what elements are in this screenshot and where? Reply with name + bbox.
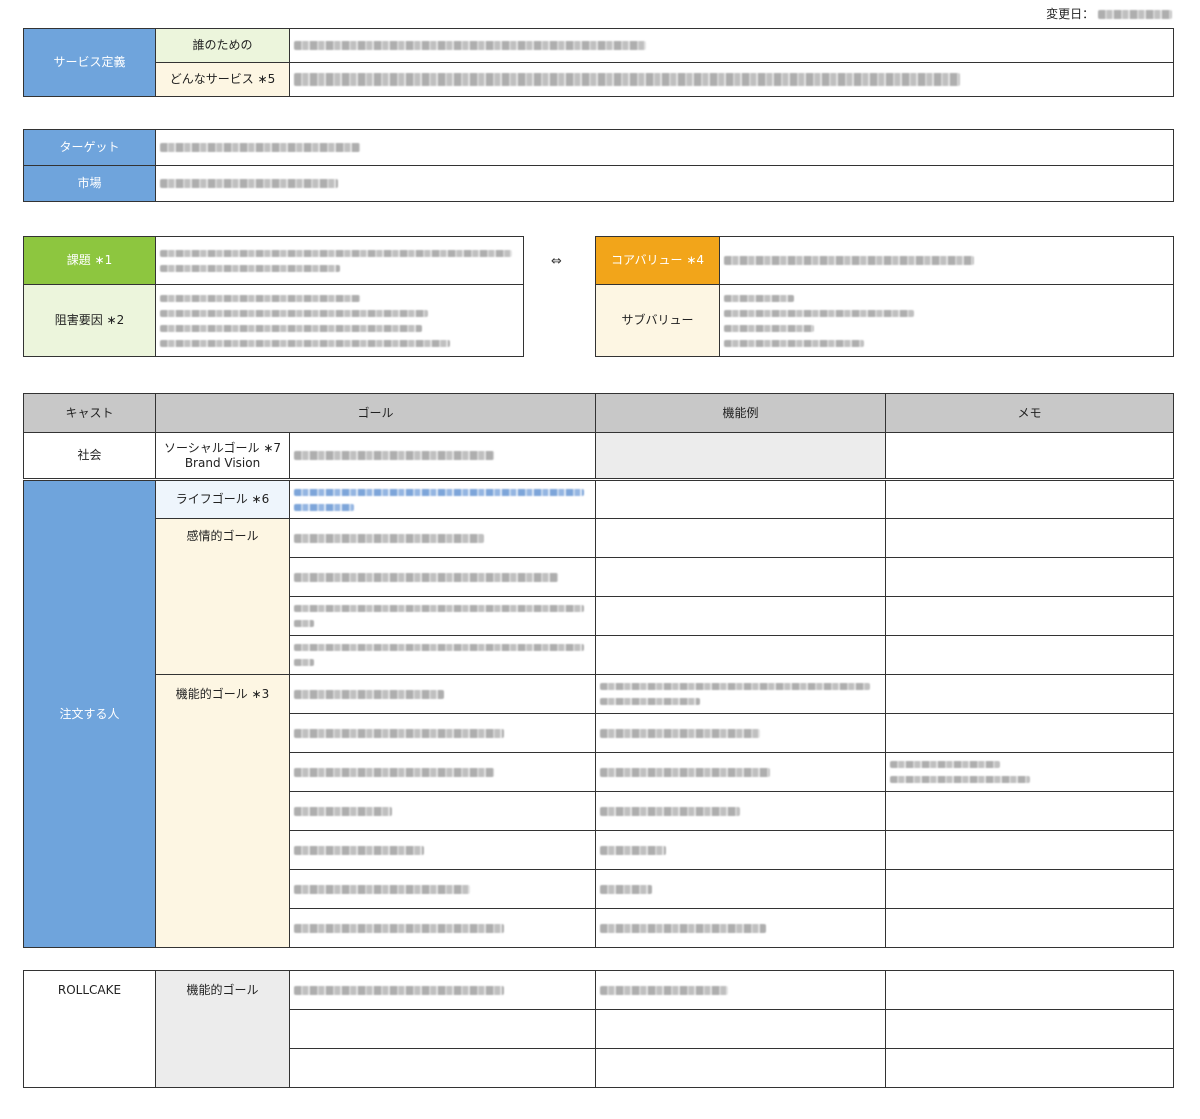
emotional-goal-label: 感情的ゴール [155,518,290,675]
functional-goal-row [289,674,596,714]
core-value-value [719,236,1174,285]
change-date: 変更日： [1046,5,1172,22]
life-goal-value [289,480,596,519]
emotional-goal-memo [885,518,1174,558]
service-definition-table: サービス定義 誰のための どんなサービス ∗5 [23,28,1174,97]
emotional-goal-feature [595,518,886,558]
emotional-goal-feature [595,557,886,597]
social-goal-title: ソーシャルゴール ∗7 [163,440,282,455]
sub-value-label: サブバリュー [595,284,720,357]
functional-goal-memo [885,713,1174,753]
social-goal-feature [595,432,887,479]
functional-goal-row [289,713,596,753]
target-value [155,129,1174,166]
emotional-goal-row [289,518,596,558]
emotional-goal-row [289,596,596,636]
emotional-goal-row [289,635,596,675]
functional-goal-row [289,869,596,909]
value-table: コアバリュー ∗4 サブバリュー [595,236,1174,357]
functional-goal-row [289,908,596,948]
emotional-goal-feature [595,635,886,675]
issue-value [155,236,524,285]
functional-goal-label: 機能的ゴール ∗3 [155,674,290,948]
rollcake-feature [595,1009,886,1049]
rollcake-table: ROLLCAKE 機能的ゴール [23,970,1174,1088]
functional-goal-feature [595,713,886,753]
social-goal-memo [885,432,1174,479]
rollcake-goal-row [289,1009,596,1049]
emotional-goal-memo [885,596,1174,636]
functional-goal-memo [885,791,1174,831]
cast-orderer: 注文する人 [23,480,156,948]
functional-goal-feature [595,869,886,909]
what-service-label: どんなサービス ∗5 [155,62,290,97]
rollcake-goal-row [289,1048,596,1088]
functional-goal-memo [885,830,1174,870]
functional-goal-feature [595,674,886,714]
functional-goal-feature [595,752,886,792]
rollcake-feature [595,1048,886,1088]
what-service-value [289,62,1174,97]
brand-vision-label: Brand Vision [184,455,261,470]
obstacle-label: 阻害要因 ∗2 [23,284,156,357]
functional-goal-row [289,830,596,870]
cast-rollcake: ROLLCAKE [23,970,156,1088]
functional-goal-memo [885,908,1174,948]
rollcake-goal-row [289,970,596,1010]
obstacle-value [155,284,524,357]
target-label: ターゲット [23,129,156,166]
emotional-goal-feature [595,596,886,636]
rollcake-memo [885,1048,1174,1088]
header-cast: キャスト [23,393,156,433]
sub-value-value [719,284,1174,357]
functional-goal-memo [885,869,1174,909]
emotional-goal-memo [885,635,1174,675]
rollcake-feature [595,970,886,1010]
for-whom-value [289,28,1174,63]
header-goal: ゴール [154,393,597,433]
emotional-goal-row [289,557,596,597]
market-value [155,165,1174,202]
issue-label: 課題 ∗1 [23,236,156,285]
rollcake-memo [885,970,1174,1010]
emotional-goal-memo [885,557,1174,597]
for-whom-label: 誰のための [155,28,290,63]
functional-goal-row [289,791,596,831]
life-goal-memo [885,480,1174,519]
issue-value-arrow: ⇔ [551,254,562,269]
rollcake-functional-goal-label: 機能的ゴール [155,970,290,1088]
issue-table: 課題 ∗1 阻害要因 ∗2 [23,236,524,357]
target-table: ターゲット 市場 [23,129,1174,202]
change-date-label: 変更日： [1046,7,1095,21]
change-date-value-blurred [1098,10,1172,19]
goals-table: キャスト ゴール 機能例 メモ 社会 ソーシャルゴール ∗7 Brand Vis… [23,393,1174,479]
life-goal-label: ライフゴール ∗6 [155,480,290,519]
functional-goal-memo [885,752,1174,792]
service-definition-label: サービス定義 [23,28,156,97]
core-value-label: コアバリュー ∗4 [595,236,720,285]
functional-goal-feature [595,908,886,948]
social-goal-label: ソーシャルゴール ∗7 Brand Vision [155,432,290,479]
functional-goal-feature [595,830,886,870]
market-label: 市場 [23,165,156,202]
orderer-goals-table: 注文する人 ライフゴール ∗6 感情的ゴール 機能的ゴール ∗3 [23,480,1174,948]
header-memo: メモ [885,393,1174,433]
social-goal-value [288,432,597,479]
functional-goal-feature [595,791,886,831]
functional-goal-row [289,752,596,792]
rollcake-memo [885,1009,1174,1049]
life-goal-feature [595,480,886,519]
functional-goal-memo [885,674,1174,714]
cast-society: 社会 [23,432,156,479]
header-feature: 機能例 [595,393,887,433]
